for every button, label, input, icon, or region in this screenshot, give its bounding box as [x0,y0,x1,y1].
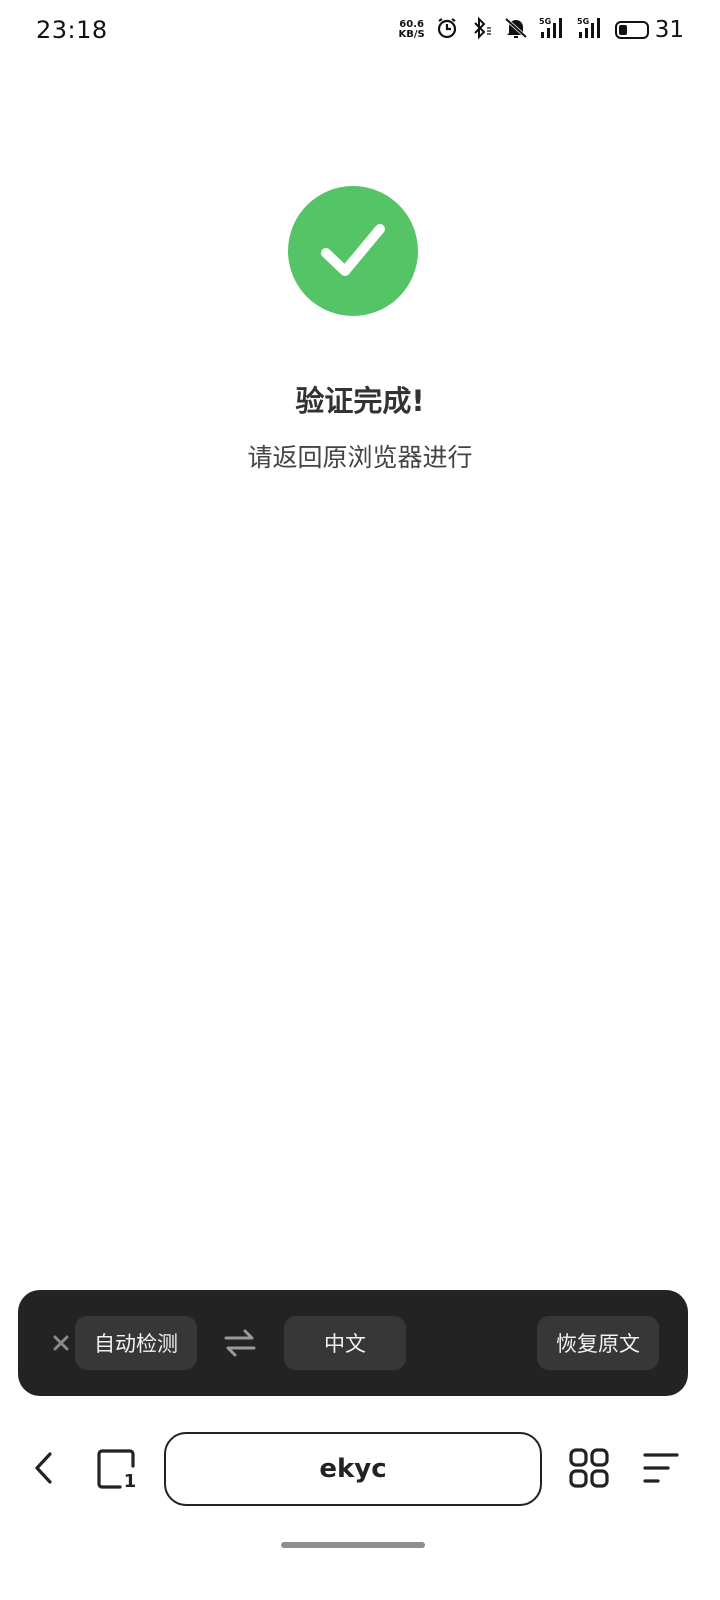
battery: 31 [614,17,684,43]
close-icon[interactable] [46,1328,76,1358]
source-language-button[interactable]: 自动检测 [75,1316,197,1370]
target-language-button[interactable]: 中文 [284,1316,406,1370]
bottom-nav: 1 ekyc [0,1428,720,1508]
home-indicator[interactable] [281,1542,425,1548]
status-bar: 23:18 60.6 KB/S 5G 5G 31 [0,0,720,60]
page-subtitle: 请返回原浏览器进行 [247,443,473,472]
restore-original-button[interactable]: 恢复原文 [537,1316,659,1370]
tabs-button[interactable]: 1 [96,1448,138,1492]
page-title: 验证完成! [295,384,425,418]
apps-grid-icon[interactable] [569,1448,609,1488]
screen: 23:18 60.6 KB/S 5G 5G 31 验证完成! 请返回原浏览器进行… [0,0,720,1600]
tab-count: 1 [124,1471,137,1490]
signal-1-label: 5G [539,17,551,26]
address-bar[interactable]: ekyc [164,1432,542,1506]
battery-level: 31 [654,17,684,43]
signal-2-label: 5G [577,17,589,26]
back-icon[interactable] [28,1448,60,1488]
mute-icon [503,16,529,44]
network-speed: 60.6 KB/S [398,20,424,40]
swap-icon[interactable] [222,1326,258,1360]
signal-icon: 5G [539,16,567,44]
battery-fill [618,25,627,35]
menu-icon[interactable] [642,1450,680,1486]
translate-bar: 自动检测 中文 恢复原文 [18,1290,688,1396]
status-time: 23:18 [36,16,108,44]
network-speed-unit: KB/S [398,29,425,40]
signal-icon: 5G [577,16,605,44]
bluetooth-icon [469,16,493,44]
battery-icon [614,21,649,39]
alarm-icon [435,16,459,44]
check-circle-icon [288,186,418,316]
status-icons: 60.6 KB/S 5G 5G 31 [398,16,684,44]
